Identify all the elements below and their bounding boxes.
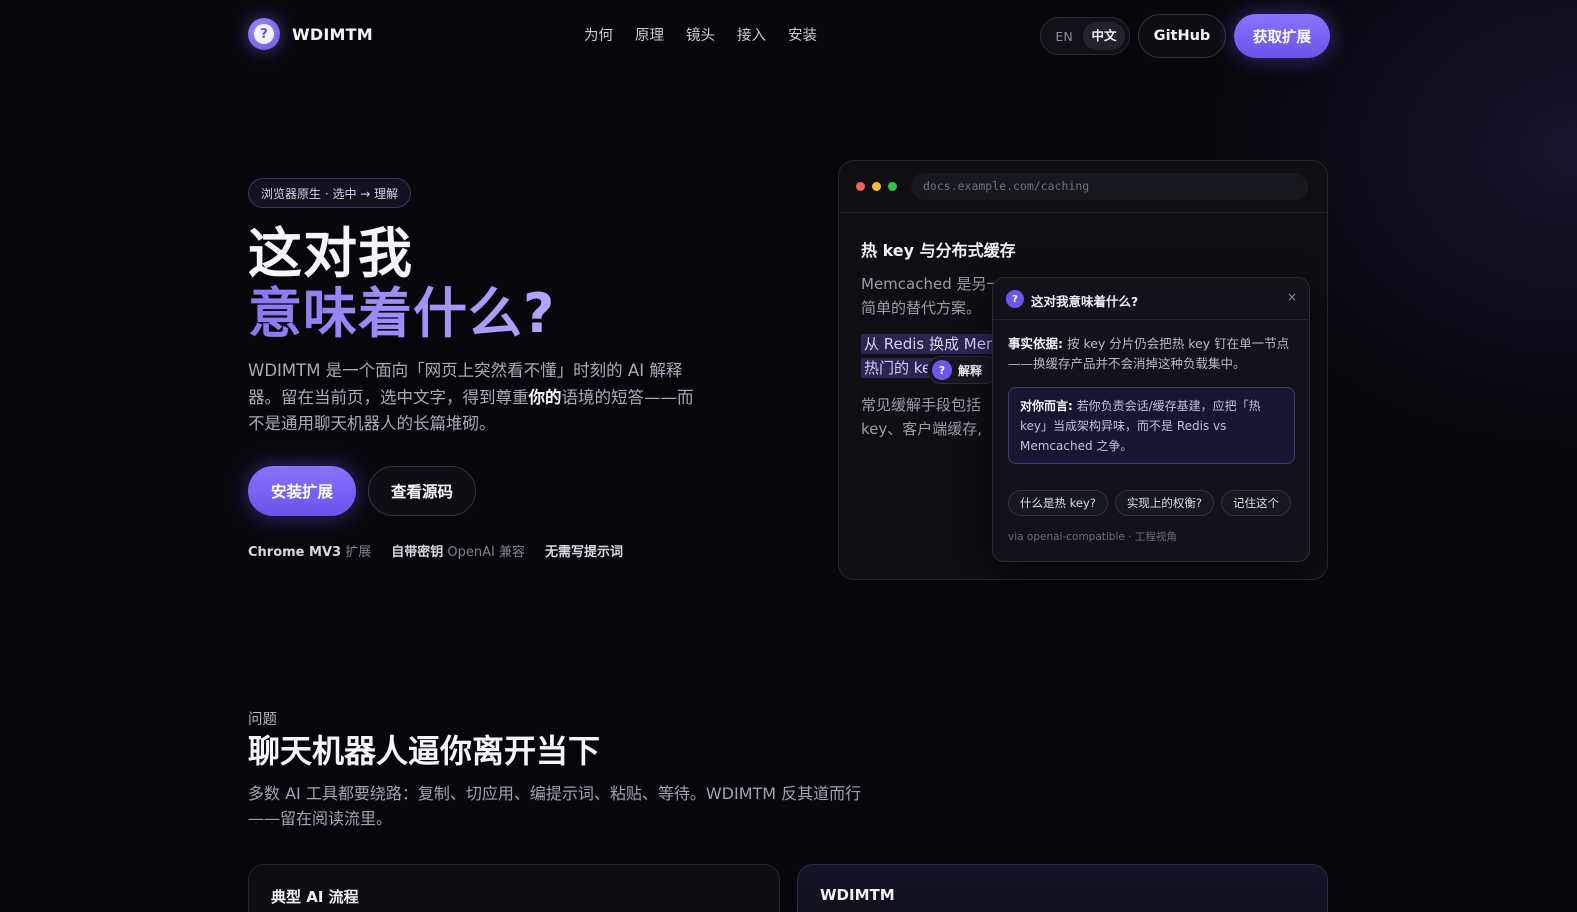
- doc-paragraph-line: 常见缓解手段包括: [861, 396, 982, 414]
- nav-link-why[interactable]: 为何: [584, 24, 613, 45]
- doc-paragraph-line: 简单的替代方案。: [861, 299, 982, 317]
- for-you-section: 对你而言: 若你负责会话/缓存基建，应把「热 key」当成架构异味，而不是 Re…: [1008, 387, 1295, 464]
- wdimtm-flow-card: WDIMTM: [797, 864, 1328, 912]
- question-icon: ?: [1006, 290, 1024, 308]
- lang-option-zh[interactable]: 中文: [1083, 22, 1125, 50]
- feature-item: Chrome MV3 扩展: [248, 545, 372, 560]
- nav-link-install[interactable]: 安装: [788, 24, 817, 45]
- get-extension-button[interactable]: 获取扩展: [1234, 14, 1330, 58]
- popup-header: ? 这对我意味着什么? ×: [993, 278, 1309, 320]
- section-lead: 多数 AI 工具都要绕路：复制、切应用、编提示词、粘贴、等待。WDIMTM 反其…: [248, 784, 862, 828]
- window-maximize-dot-icon: [888, 182, 897, 191]
- address-bar[interactable]: docs.example.com/caching: [911, 173, 1308, 200]
- popup-title: 这对我意味着什么?: [1031, 294, 1139, 309]
- doc-title: 热 key 与分布式缓存: [861, 241, 1016, 260]
- brand-name: WDIMTM: [292, 24, 373, 44]
- lang-option-en[interactable]: EN: [1045, 29, 1083, 44]
- nav-link-how[interactable]: 原理: [635, 24, 664, 45]
- feature-list: Chrome MV3 扩展 自带密钥 OpenAI 兼容 无需写提示词: [248, 541, 623, 560]
- hero-lead-emphasis: 你的: [528, 387, 562, 407]
- question-icon: ?: [932, 360, 952, 380]
- hero-lead: WDIMTM 是一个面向「网页上突然看不懂」时刻的 AI 解释器。留在当前页，选…: [248, 361, 694, 433]
- typical-flow-card: 典型 AI 流程: [248, 864, 780, 912]
- nav-links: 为何 原理 镜头 接入 安装: [584, 24, 817, 45]
- view-source-button[interactable]: 查看源码: [368, 466, 476, 516]
- browser-toolbar: docs.example.com/caching: [839, 161, 1327, 213]
- card-title: 典型 AI 流程: [271, 888, 359, 906]
- doc-paragraph-line: Memcached 是另一: [861, 275, 1002, 293]
- window-close-dot-icon: [856, 182, 865, 191]
- logo-icon: ?: [248, 18, 280, 50]
- feature-item: 无需写提示词: [544, 545, 623, 560]
- top-nav: ? WDIMTM 为何 原理 镜头 接入 安装 EN 中文 GitHub 获取扩…: [0, 0, 1577, 70]
- followup-chip[interactable]: 记住这个: [1221, 490, 1291, 516]
- nav-link-integrate[interactable]: 接入: [737, 24, 766, 45]
- section-title: 聊天机器人逼你离开当下: [248, 732, 601, 770]
- feature-item: 自带密钥 OpenAI 兼容: [391, 545, 525, 560]
- explanation-popup: ? 这对我意味着什么? × 事实依据: 按 key 分片仍会把热 key 钉在单…: [992, 277, 1310, 562]
- followup-chip[interactable]: 实现上的权衡?: [1114, 490, 1214, 516]
- explain-button[interactable]: ? 解释: [927, 356, 999, 384]
- hero-title-line1: 这对我: [248, 222, 413, 285]
- explain-label: 解释: [958, 363, 983, 378]
- install-extension-button[interactable]: 安装扩展: [248, 466, 356, 516]
- browser-mockup: docs.example.com/caching 热 key 与分布式缓存 Me…: [838, 160, 1328, 580]
- fact-section: 事实依据: 按 key 分片仍会把热 key 钉在单一节点——换缓存产品并不会消…: [1008, 336, 1290, 371]
- doc-paragraph-line: key、客户端缓存,: [861, 420, 983, 438]
- card-title: WDIMTM: [820, 886, 895, 904]
- selected-text-line[interactable]: 从 Redis 换成 Mem: [861, 332, 1004, 356]
- provider-note: via openai-compatible · 工程视角: [1008, 531, 1177, 543]
- followup-chips: 什么是热 key? 实现上的权衡? 记住这个: [1008, 490, 1291, 516]
- language-toggle: EN 中文: [1040, 17, 1130, 55]
- window-minimize-dot-icon: [872, 182, 881, 191]
- brand[interactable]: ? WDIMTM: [248, 18, 373, 50]
- selected-text-line[interactable]: 热门的 ke: [861, 356, 935, 380]
- github-button[interactable]: GitHub: [1138, 14, 1226, 58]
- hero-title-line2: 意味着什么?: [248, 282, 556, 345]
- followup-chip[interactable]: 什么是热 key?: [1008, 490, 1108, 516]
- nav-link-lens[interactable]: 镜头: [686, 24, 715, 45]
- section-eyebrow: 问题: [248, 712, 277, 728]
- hero-pill: 浏览器原生 · 选中 → 理解: [248, 178, 412, 208]
- close-icon[interactable]: ×: [1287, 290, 1297, 304]
